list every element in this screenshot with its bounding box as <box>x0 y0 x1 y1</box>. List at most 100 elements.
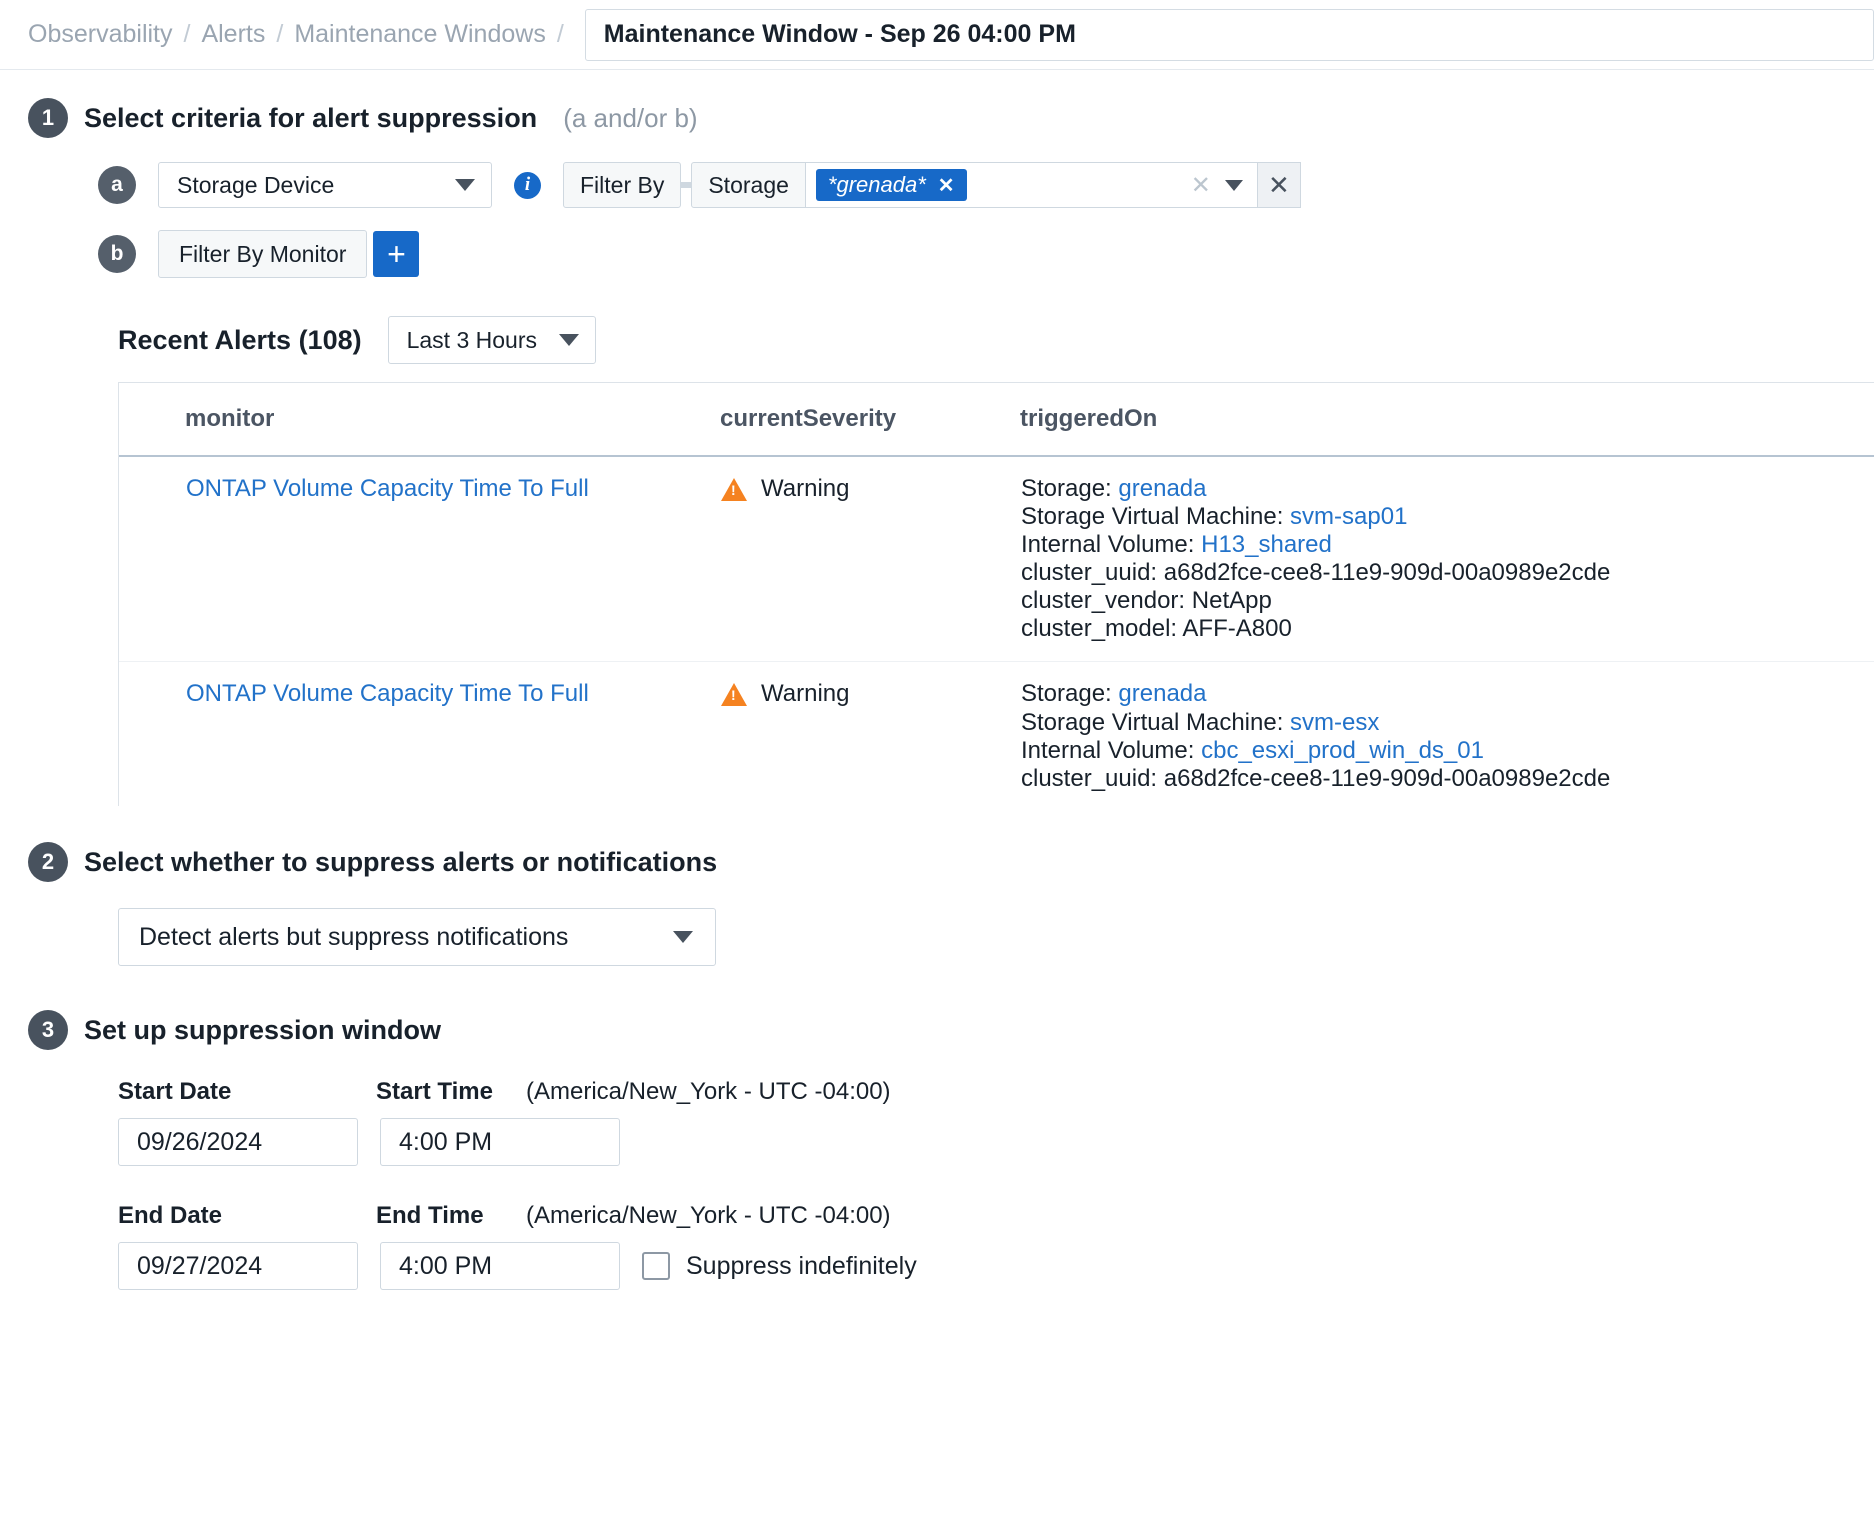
filter-by-button[interactable]: Filter By <box>563 162 681 208</box>
filter-chip-label: *grenada* <box>828 172 926 198</box>
triggered-on-label: cluster_uuid: <box>1021 559 1157 586</box>
triggered-on-line: Storage Virtual Machine: svm-esx <box>1021 709 1874 737</box>
maintenance-window-title-input[interactable]: Maintenance Window - Sep 26 04:00 PM <box>585 9 1874 61</box>
column-header-current-severity[interactable]: currentSeverity <box>720 383 1020 457</box>
triggered-on-line: Internal Volume: H13_shared <box>1021 531 1874 559</box>
triggered-on-value: a68d2fce-cee8-11e9-909d-00a0989e2cde <box>1164 765 1611 792</box>
filter-chip-grenada[interactable]: *grenada* ✕ <box>816 169 967 201</box>
step-1-section: 1 Select criteria for alert suppression … <box>0 98 1874 806</box>
start-time-label: Start Time <box>376 1078 526 1106</box>
end-date-label: End Date <box>118 1202 376 1230</box>
step-2-badge: 2 <box>28 842 68 882</box>
step-1-title: Select criteria for alert suppression <box>84 103 537 134</box>
triggered-on-line: cluster_uuid: a68d2fce-cee8-11e9-909d-00… <box>1021 765 1874 793</box>
suppression-mode-value: Detect alerts but suppress notifications <box>139 923 568 952</box>
table-row[interactable]: ONTAP Volume Capacity Time To Full Warni… <box>119 456 1874 662</box>
triggered-on-label: Storage: <box>1021 475 1112 502</box>
end-time-input[interactable]: 4:00 PM <box>380 1242 620 1290</box>
recent-alerts-table-container[interactable]: monitor currentSeverity triggeredOn ONTA… <box>118 382 1874 806</box>
table-row[interactable]: ONTAP Volume Capacity Time To Full Warni… <box>119 662 1874 806</box>
triggered-on-line: cluster_vendor: NetApp <box>1021 587 1874 615</box>
triggered-on-line: Storage: grenada <box>1021 475 1874 503</box>
triggered-on-label: Storage: <box>1021 680 1112 707</box>
end-time-label: End Time <box>376 1202 526 1230</box>
start-labels: Start Date Start Time (America/New_York … <box>118 1078 1874 1106</box>
monitor-link[interactable]: ONTAP Volume Capacity Time To Full <box>186 680 589 707</box>
page-title: Maintenance Window - Sep 26 04:00 PM <box>604 20 1076 49</box>
triggered-on-line: Storage: grenada <box>1021 680 1874 708</box>
row-spacer-cell <box>119 662 185 806</box>
triggered-on-line: Storage Virtual Machine: svm-sap01 <box>1021 503 1874 531</box>
triggered-on-label: Storage Virtual Machine: <box>1021 709 1283 736</box>
start-time-input[interactable]: 4:00 PM <box>380 1118 620 1166</box>
suppress-indefinitely-label: Suppress indefinitely <box>686 1252 917 1281</box>
triggered-on-label: Storage Virtual Machine: <box>1021 503 1283 530</box>
step-2-section: 2 Select whether to suppress alerts or n… <box>0 842 1874 966</box>
step-1-header: 1 Select criteria for alert suppression … <box>28 98 1874 138</box>
start-date-label: Start Date <box>118 1078 376 1106</box>
cell-severity: Warning <box>720 456 1020 662</box>
step-1-subtitle: (a and/or b) <box>563 103 697 134</box>
breadcrumb-separator: / <box>184 20 191 49</box>
breadcrumb-item-maintenance-windows[interactable]: Maintenance Windows <box>294 20 546 49</box>
suppress-indefinitely-group[interactable]: Suppress indefinitely <box>642 1252 917 1281</box>
chevron-down-icon <box>673 931 693 943</box>
filter-value-field[interactable]: *grenada* ✕ ✕ <box>806 162 1258 208</box>
recent-alerts-title: Recent Alerts (108) <box>118 325 362 356</box>
triggered-on-value: a68d2fce-cee8-11e9-909d-00a0989e2cde <box>1164 559 1611 586</box>
step-3-section: 3 Set up suppression window Start Date S… <box>0 1010 1874 1290</box>
criteria-row-b: b Filter By Monitor + <box>28 230 1874 278</box>
time-range-select[interactable]: Last 3 Hours <box>388 316 596 364</box>
criteria-badge-a: a <box>98 166 136 204</box>
triggered-on-value[interactable]: grenada <box>1118 680 1206 707</box>
criteria-badge-b: b <box>98 235 136 273</box>
start-date-input[interactable]: 09/26/2024 <box>118 1118 358 1166</box>
triggered-on-value[interactable]: grenada <box>1118 475 1206 502</box>
start-row: Start Date Start Time (America/New_York … <box>118 1078 1874 1166</box>
triggered-on-value[interactable]: svm-sap01 <box>1290 503 1407 530</box>
filter-field-storage[interactable]: Storage <box>691 162 806 208</box>
cell-triggered-on: Storage: grenada Storage Virtual Machine… <box>1020 662 1874 806</box>
entity-type-value: Storage Device <box>177 172 334 199</box>
monitor-link[interactable]: ONTAP Volume Capacity Time To Full <box>186 475 589 502</box>
step-3-title: Set up suppression window <box>84 1015 441 1046</box>
table-header-row: monitor currentSeverity triggeredOn <box>119 383 1874 457</box>
column-header-triggered-on[interactable]: triggeredOn <box>1020 383 1874 457</box>
triggered-on-value[interactable]: svm-esx <box>1290 709 1379 736</box>
column-header-monitor[interactable]: monitor <box>185 383 720 457</box>
step-2-header: 2 Select whether to suppress alerts or n… <box>28 842 1874 882</box>
filter-field-controls: ✕ <box>1191 171 1257 200</box>
entity-type-select[interactable]: Storage Device <box>158 162 492 208</box>
remove-criteria-button[interactable]: ✕ <box>1258 162 1301 208</box>
time-range-value: Last 3 Hours <box>407 327 537 354</box>
triggered-on-line: Internal Volume: cbc_esxi_prod_win_ds_01 <box>1021 737 1874 765</box>
suppress-indefinitely-checkbox[interactable] <box>642 1252 670 1280</box>
breadcrumb-item-alerts[interactable]: Alerts <box>201 20 265 49</box>
step-1-badge: 1 <box>28 98 68 138</box>
triggered-on-value[interactable]: cbc_esxi_prod_win_ds_01 <box>1201 737 1484 764</box>
triggered-on-line: cluster_model: AFF-A800 <box>1021 615 1874 643</box>
severity-label: Warning <box>761 475 849 503</box>
cell-triggered-on: Storage: grenada Storage Virtual Machine… <box>1020 456 1874 662</box>
end-date-input[interactable]: 09/27/2024 <box>118 1242 358 1290</box>
triggered-on-line: cluster_uuid: a68d2fce-cee8-11e9-909d-00… <box>1021 559 1874 587</box>
triggered-on-label: Internal Volume: <box>1021 737 1194 764</box>
warning-triangle-icon <box>721 478 747 501</box>
end-timezone-label: (America/New_York - UTC -04:00) <box>526 1202 891 1230</box>
clear-icon[interactable]: ✕ <box>1191 171 1211 200</box>
triggered-on-value[interactable]: H13_shared <box>1201 531 1332 558</box>
start-fields: 09/26/2024 4:00 PM <box>118 1118 1874 1166</box>
suppression-mode-select[interactable]: Detect alerts but suppress notifications <box>118 908 716 966</box>
triggered-on-value: NetApp <box>1192 587 1272 614</box>
table-header-spacer <box>119 383 185 457</box>
end-row: End Date End Time (America/New_York - UT… <box>118 1202 1874 1290</box>
triggered-on-label: cluster_model: <box>1021 615 1177 642</box>
info-icon[interactable]: i <box>514 172 541 199</box>
add-monitor-filter-button[interactable]: + <box>373 231 419 277</box>
filter-by-monitor-button[interactable]: Filter By Monitor <box>158 230 367 278</box>
chevron-down-icon[interactable] <box>1225 180 1243 191</box>
row-spacer-cell <box>119 456 185 662</box>
close-icon[interactable]: ✕ <box>938 173 955 198</box>
breadcrumb-item-observability[interactable]: Observability <box>28 20 173 49</box>
step-2-title: Select whether to suppress alerts or not… <box>84 847 717 878</box>
